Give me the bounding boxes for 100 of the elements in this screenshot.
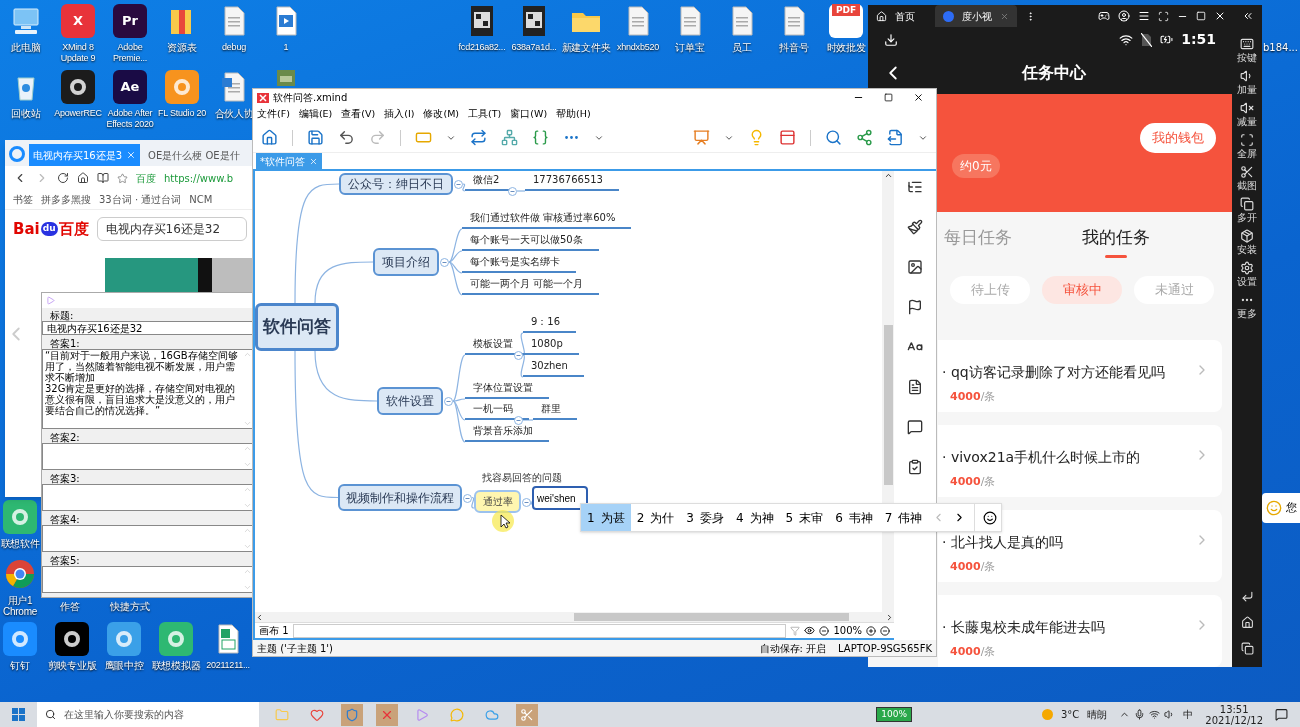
icon-label[interactable]: 联想模拟器 <box>151 660 201 671</box>
emoji-icon[interactable] <box>983 510 998 525</box>
maximize-icon[interactable] <box>884 93 893 102</box>
central-topic[interactable]: 软件问答 <box>255 303 339 351</box>
taskbar-app[interactable] <box>341 703 363 726</box>
icon-label[interactable]: 订单宝 <box>675 42 705 53</box>
icon-label[interactable]: b184... <box>1263 40 1298 55</box>
icon-label[interactable]: Adobe Premie... <box>104 42 156 64</box>
icon-label[interactable]: ApowerREC <box>54 108 102 119</box>
subtopic[interactable]: 每个账号是实名绑卡 <box>462 255 576 273</box>
icon-label[interactable]: 此电脑 <box>11 42 41 53</box>
icon-label[interactable]: 资源表 <box>167 42 197 53</box>
task-card[interactable]: · 北斗找人是真的吗 4000/条 <box>938 510 1222 582</box>
tool-label[interactable]: 多开 <box>1237 211 1257 224</box>
start-icon[interactable] <box>12 708 25 721</box>
copy-icon[interactable] <box>1240 197 1254 211</box>
scrollbar-thumb[interactable] <box>574 613 849 621</box>
menu-item[interactable]: 文件(F) <box>257 107 290 122</box>
wifi-icon[interactable] <box>1149 709 1161 720</box>
mic-icon[interactable] <box>1134 709 1146 720</box>
icon-label[interactable]: 抖音号 <box>779 42 809 53</box>
title-field[interactable]: 电视内存买16还是32 <box>42 321 253 335</box>
presentation-icon[interactable] <box>693 129 710 146</box>
star-icon[interactable] <box>117 172 128 184</box>
tool-label[interactable]: 安装 <box>1237 243 1257 256</box>
icon-label[interactable]: 钉钉 <box>10 660 30 671</box>
save-icon[interactable] <box>307 129 324 146</box>
brush-icon[interactable] <box>907 219 923 235</box>
recent-apps-icon[interactable] <box>1240 642 1254 655</box>
icon-label[interactable]: 638a7a1d... <box>511 42 557 53</box>
panel-icon[interactable] <box>779 129 796 146</box>
zoom-in-icon[interactable] <box>866 625 876 636</box>
scissors-icon[interactable] <box>1240 165 1254 179</box>
icon-label[interactable]: 联想软件 <box>0 538 40 549</box>
task-card[interactable]: · qq访客记录删除了对方还能看见吗 4000/条 <box>938 340 1222 412</box>
close-icon[interactable] <box>1214 10 1226 22</box>
icon-label[interactable]: 员工 <box>732 42 752 53</box>
subtopic[interactable]: 字体位置设置 <box>465 381 549 399</box>
icon-label[interactable]: Adobe After Effects 2020 <box>104 108 156 130</box>
icon-label[interactable]: 鹰眼中控 <box>104 660 144 671</box>
package-icon[interactable] <box>1240 229 1254 243</box>
notification-icon[interactable] <box>1275 708 1288 721</box>
keyboard-icon[interactable] <box>1240 37 1254 51</box>
settings-icon[interactable] <box>1240 261 1254 275</box>
ime-mode[interactable]: 中 <box>1183 707 1194 722</box>
avatar-icon[interactable] <box>1118 10 1130 22</box>
menu-item[interactable]: 工具(T) <box>468 107 502 122</box>
subtopic[interactable]: 可能一两个月 可能一个月 <box>462 277 600 295</box>
undo-icon[interactable] <box>338 129 355 146</box>
address-text[interactable]: https://www.b <box>164 170 233 186</box>
subtopic[interactable]: 17736766513 <box>525 173 619 191</box>
reader-icon[interactable] <box>97 172 109 184</box>
clipboard-icon[interactable] <box>907 459 923 475</box>
collapse-icon[interactable] <box>1242 10 1254 22</box>
icon-label[interactable]: FL Studio 20 <box>158 108 206 119</box>
tool-label[interactable]: 减量 <box>1237 115 1257 128</box>
subtopic[interactable]: 30zhen <box>523 359 584 377</box>
icon-label[interactable]: 时效批发 <box>826 42 866 53</box>
reload-icon[interactable] <box>57 172 69 184</box>
flag-icon[interactable] <box>907 299 923 315</box>
subtopic[interactable]: 1080p <box>523 337 579 355</box>
candidate-item[interactable]: 5 末审 <box>779 504 830 531</box>
branch-topic[interactable]: 公众号：绅日不日 <box>339 173 453 195</box>
gamepad-icon[interactable] <box>1098 10 1110 22</box>
subtopic[interactable]: 群里 <box>533 402 577 420</box>
icon-label[interactable]: 新建文件夹 <box>561 42 611 53</box>
sheet-tab[interactable]: 画布 1 <box>259 623 289 638</box>
menu-item[interactable]: 编辑(E) <box>298 107 333 122</box>
tool-label[interactable]: 更多 <box>1237 307 1257 320</box>
bookmark[interactable]: 书签 <box>13 192 33 207</box>
icon-label[interactable]: xhndxb520 <box>617 42 659 53</box>
menu-icon[interactable] <box>1138 10 1150 22</box>
candidate-item[interactable]: 1 为甚 <box>581 504 631 531</box>
bookmark[interactable]: NCM <box>189 192 213 207</box>
app-tab[interactable]: 度小视 <box>935 5 1017 27</box>
document-icon[interactable] <box>907 379 923 395</box>
icon-label[interactable]: 用户1 Chrome <box>0 595 40 617</box>
menu-item[interactable]: 插入(I) <box>384 107 415 122</box>
search-icon[interactable] <box>825 129 842 146</box>
menu-item[interactable]: 帮助(H) <box>556 107 591 122</box>
zoom-out-icon[interactable] <box>819 625 830 636</box>
diagram-icon[interactable] <box>501 129 518 146</box>
icon-label[interactable]: fcd216a82... <box>458 42 506 53</box>
eye-icon[interactable] <box>804 625 816 636</box>
icon-label[interactable]: 1 <box>283 42 289 53</box>
task-card[interactable]: · vivox21a手机什么时候上市的 4000/条 <box>938 425 1222 497</box>
clock[interactable]: 13:51 <box>1219 703 1249 715</box>
volume-down-icon[interactable] <box>1240 101 1254 115</box>
scroll-right-icon[interactable] <box>885 612 894 622</box>
wallet-button[interactable]: 我的钱包 <box>1140 123 1216 153</box>
scrollbar-thumb[interactable] <box>883 325 893 485</box>
window-icon[interactable] <box>1158 10 1169 22</box>
taskbar-search-field[interactable]: 在这里输入你要搜索的内容 <box>37 702 259 727</box>
branch-topic[interactable]: 项目介绍 <box>373 248 439 276</box>
menu-item[interactable]: 修改(M) <box>423 107 460 122</box>
tool-label[interactable]: 加量 <box>1237 83 1257 96</box>
icon-label[interactable]: 快捷方式 <box>110 599 150 614</box>
back-icon[interactable] <box>1240 590 1254 603</box>
date[interactable]: 2021/12/12 <box>1205 714 1263 726</box>
topic-edit-field[interactable]: wei'shen <box>532 486 588 510</box>
